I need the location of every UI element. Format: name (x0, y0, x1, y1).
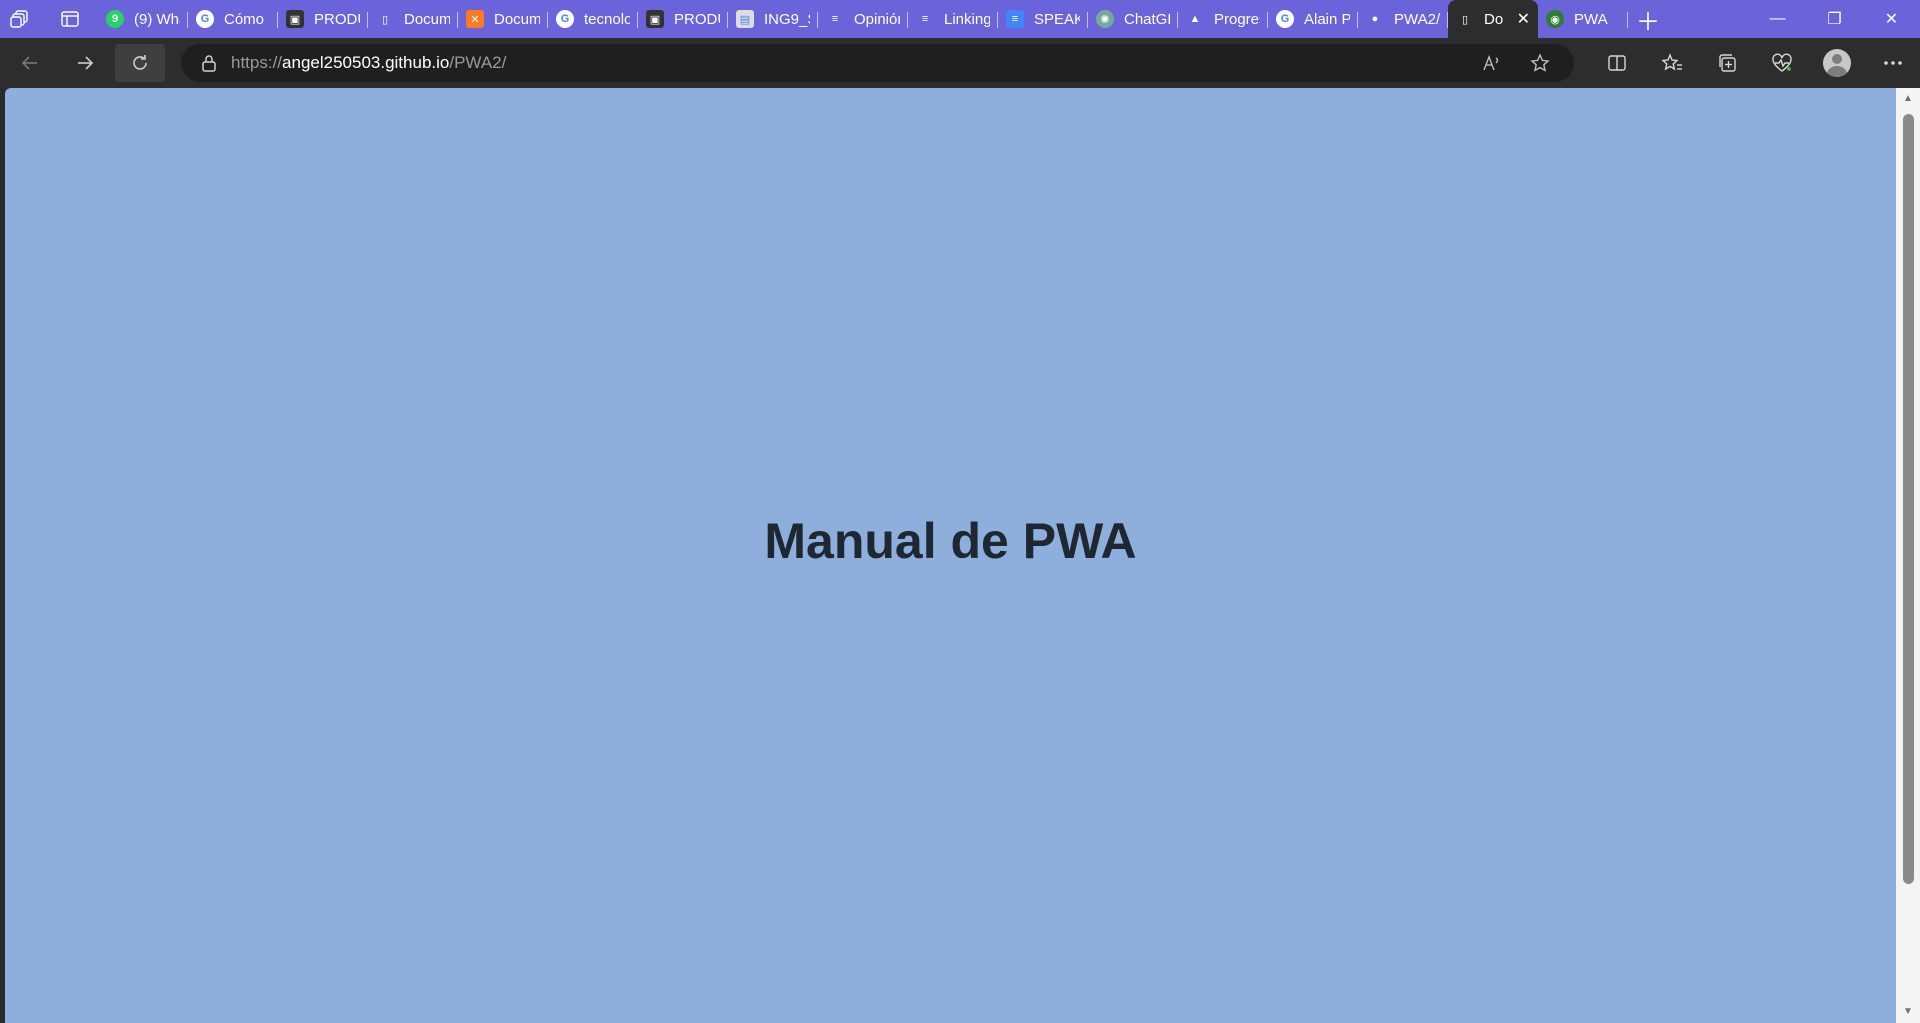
document-thumbnail-icon: ▤ (736, 10, 754, 28)
browser-tab[interactable]: ▣ PRODUCTO (638, 4, 728, 34)
tab-label: PRODUCTO (674, 10, 720, 28)
forward-button[interactable] (60, 44, 110, 82)
browser-tab[interactable]: 9 (9) WhatsApp (98, 4, 188, 34)
google-docs-icon: ≡ (831, 13, 839, 25)
scrollbar-thumb[interactable] (1903, 114, 1914, 884)
tab-label: (9) WhatsApp (134, 10, 180, 28)
tab-label: Cómo (224, 10, 265, 28)
performance-heart-icon[interactable] (1754, 38, 1809, 88)
collections-icon[interactable] (1699, 38, 1754, 88)
github-icon: ● (1371, 13, 1379, 25)
browser-tab[interactable]: ▯ Do ✕ (1448, 0, 1538, 38)
browser-tab[interactable]: G Alain P (1268, 4, 1358, 34)
google-docs-icon: ≡ (921, 13, 929, 25)
new-tab-button[interactable]: ＋ (1628, 0, 1668, 38)
browser-tab[interactable]: ▤ ING9_S (728, 4, 818, 34)
chatgpt-icon: ✺ (1096, 10, 1114, 28)
whatsapp-icon: 9 (106, 10, 124, 28)
browser-tab[interactable]: ≡ Linking (908, 4, 998, 34)
browser-tab[interactable]: ● PWA2/ (1358, 4, 1448, 34)
google-docs-icon: ≡ (1006, 10, 1024, 28)
back-button[interactable] (5, 44, 55, 82)
browser-tab[interactable]: ≡ SPEAK (998, 4, 1088, 34)
tab-label: Documento (404, 10, 450, 28)
document-icon: ▯ (1461, 13, 1469, 26)
tab-label: Opinión (854, 10, 900, 28)
url-host: angel250503.github.io (282, 53, 450, 72)
split-screen-icon[interactable] (1589, 38, 1644, 88)
google-drive-icon: ▲ (1189, 13, 1201, 25)
document-icon: ▯ (381, 13, 389, 26)
tab-label: ChatGPT (1124, 10, 1170, 28)
browser-tab[interactable]: ▲ Progreso (1178, 4, 1268, 34)
refresh-button[interactable] (115, 44, 165, 82)
restore-icon[interactable]: ❐ (1806, 0, 1863, 38)
browser-toolbar: https://angel250503.github.io/PWA2/ (0, 38, 1920, 88)
browser-tab[interactable]: ✺ ChatGPT (1088, 4, 1178, 34)
browser-tab[interactable]: ▣ PRODUCTO (278, 4, 368, 34)
browser-tab[interactable]: Gtecnología (548, 4, 638, 34)
tab-label: Do (1484, 10, 1504, 28)
tab-label: PRODUCTO (314, 10, 360, 28)
address-actions (1468, 44, 1564, 82)
url-prefix: https:// (231, 53, 283, 72)
more-options-icon[interactable] (1865, 38, 1920, 88)
tab-label: PWA (1574, 10, 1608, 28)
pwa-icon: ◉ (1546, 10, 1564, 28)
browser-tab[interactable]: ▯ Documento (368, 4, 458, 34)
google-icon: G (196, 10, 214, 28)
favorites-icon[interactable] (1644, 38, 1699, 88)
url-text[interactable]: https://angel250503.github.io/PWA2/ (231, 53, 506, 73)
scroll-down-arrow-icon[interactable]: ▼ (1902, 1007, 1914, 1017)
workspaces-icon[interactable] (0, 0, 40, 38)
contact-icon: ▣ (286, 10, 304, 28)
tab-label: Progreso (1214, 10, 1260, 28)
browser-tab[interactable]: ≡ Opinión (818, 4, 908, 34)
close-window-icon[interactable]: ✕ (1863, 0, 1920, 38)
browser-tab[interactable]: ◉ PWA (1538, 4, 1628, 34)
tab-label: SPEAK (1034, 10, 1080, 28)
window-controls: — ❐ ✕ (1749, 0, 1920, 38)
browser-tab[interactable]: ✕ Documento (458, 4, 548, 34)
google-icon: G (1276, 10, 1294, 28)
tab-label: Alain P (1304, 10, 1350, 28)
tab-label: Documento (494, 10, 540, 28)
close-tab-icon[interactable]: ✕ (1511, 9, 1530, 29)
tab-label: Linking (944, 10, 990, 28)
scroll-up-arrow-icon[interactable]: ▲ (1902, 94, 1914, 104)
lock-icon[interactable] (187, 54, 231, 72)
tab-strip: 9 (9) WhatsApp G Cómo ▣ PRODUCTO ▯ Documento ✕ Do… (98, 0, 1628, 38)
xampp-icon: ✕ (466, 10, 484, 28)
url-path: /PWA2/ (449, 53, 507, 72)
address-bar[interactable]: https://angel250503.github.io/PWA2/ (181, 44, 1574, 82)
read-aloud-icon[interactable] (1468, 54, 1516, 72)
vertical-scrollbar[interactable]: ▲ ▼ (1896, 88, 1920, 1023)
tab-bar: 9 (9) WhatsApp G Cómo ▣ PRODUCTO ▯ Documento ✕ Do… (0, 0, 1920, 38)
favorite-star-icon[interactable] (1516, 53, 1564, 73)
page-viewport: Manual de PWA (5, 88, 1896, 1023)
contact-icon: ▣ (646, 10, 664, 28)
google-icon: G (556, 10, 574, 28)
browser-tab[interactable]: G Cómo (188, 4, 278, 34)
toolbar-actions (1589, 38, 1920, 88)
minimize-icon[interactable]: — (1749, 0, 1806, 38)
tab-label: tecnología (584, 10, 630, 28)
profile-avatar[interactable] (1823, 49, 1851, 77)
page-title: Manual de PWA (764, 512, 1137, 569)
tab-label: PWA2/ (1394, 10, 1440, 28)
tab-label: ING9_S (764, 10, 810, 28)
tab-actions-icon[interactable] (50, 0, 90, 38)
